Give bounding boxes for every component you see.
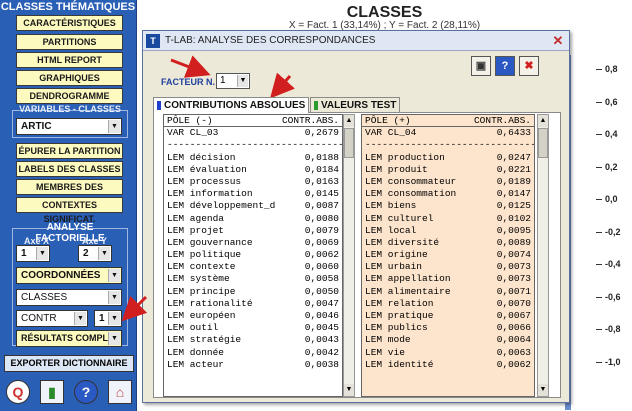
tab-label: CONTRIBUTIONS ABSOLUES [164,100,306,111]
tab-contributions-absolues[interactable]: CONTRIBUTIONS ABSOLUES [153,97,309,113]
annotation-arrows [121,55,295,322]
tab-marker [157,101,161,110]
red-arrow-facteur [170,55,211,78]
red-arrow-contr [121,295,148,322]
red-arrow-tab [270,72,295,99]
